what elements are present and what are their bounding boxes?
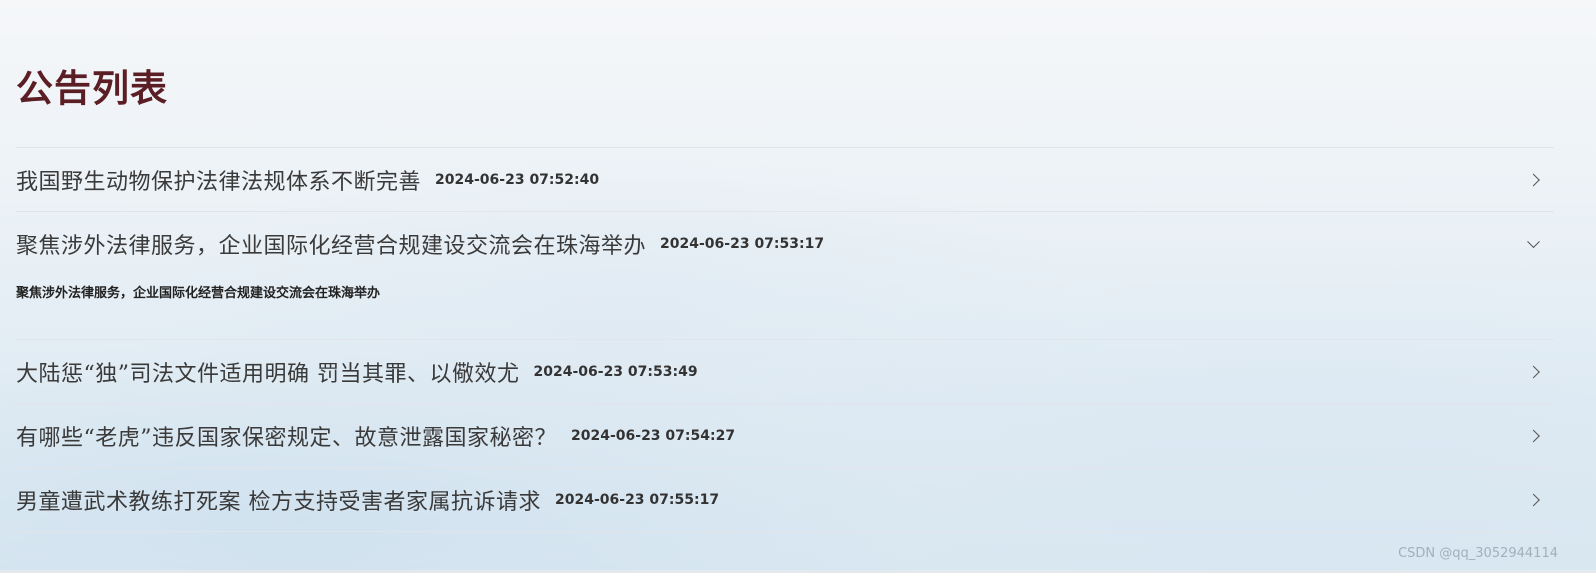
announcement-content: 聚焦涉外法律服务，企业国际化经营合规建设交流会在珠海举办: [16, 286, 381, 301]
announcement-header-4[interactable]: 有哪些“老虎”违反国家保密规定、故意泄露国家秘密？ 2024-06-23 07:…: [16, 404, 1554, 468]
announcement-title: 男童遭武术教练打死案 检方支持受害者家属抗诉请求: [16, 489, 541, 515]
announcement-header-5[interactable]: 男童遭武术教练打死案 检方支持受害者家属抗诉请求 2024-06-23 07:5…: [16, 468, 1554, 532]
list-item: 有哪些“老虎”违反国家保密规定、故意泄露国家秘密？ 2024-06-23 07:…: [16, 404, 1554, 468]
announcement-title: 聚焦涉外法律服务，企业国际化经营合规建设交流会在珠海举办: [16, 233, 647, 259]
chevron-right-icon[interactable]: [1527, 493, 1540, 506]
announcement-title: 大陆惩“独”司法文件适用明确 罚当其罪、以儆效尤: [16, 361, 520, 387]
chevron-down-icon[interactable]: [1527, 234, 1540, 248]
announcement-title: 我国野生动物保护法律法规体系不断完善: [16, 169, 422, 195]
announcement-header-2[interactable]: 聚焦涉外法律服务，企业国际化经营合规建设交流会在珠海举办 2024-06-23 …: [16, 212, 1554, 275]
announcement-header-3[interactable]: 大陆惩“独”司法文件适用明确 罚当其罪、以儆效尤 2024-06-23 07:5…: [16, 340, 1554, 404]
announcement-time: 2024-06-23 07:53:49: [533, 363, 698, 380]
announcement-time: 2024-06-23 07:54:27: [571, 427, 736, 444]
list-item: 男童遭武术教练打死案 检方支持受害者家属抗诉请求 2024-06-23 07:5…: [16, 468, 1554, 532]
chevron-right-icon[interactable]: [1527, 173, 1540, 186]
announcement-list: 我国野生动物保护法律法规体系不断完善 2024-06-23 07:52:40 聚…: [16, 147, 1554, 532]
chevron-right-icon[interactable]: [1527, 365, 1540, 378]
announcement-content-panel: 聚焦涉外法律服务，企业国际化经营合规建设交流会在珠海举办: [16, 275, 1554, 340]
announcement-header-1[interactable]: 我国野生动物保护法律法规体系不断完善 2024-06-23 07:52:40: [16, 148, 1554, 212]
announcement-time: 2024-06-23 07:55:17: [555, 491, 720, 508]
announcement-time: 2024-06-23 07:53:17: [660, 235, 825, 252]
page-title: 公告列表: [16, 66, 168, 110]
list-item: 我国野生动物保护法律法规体系不断完善 2024-06-23 07:52:40: [16, 148, 1554, 212]
announcement-time: 2024-06-23 07:52:40: [435, 171, 600, 188]
watermark: CSDN @qq_3052944114: [1398, 546, 1558, 561]
chevron-right-icon[interactable]: [1527, 429, 1540, 442]
list-item: 大陆惩“独”司法文件适用明确 罚当其罪、以儆效尤 2024-06-23 07:5…: [16, 340, 1554, 404]
list-item: 聚焦涉外法律服务，企业国际化经营合规建设交流会在珠海举办 2024-06-23 …: [16, 212, 1554, 340]
announcement-title: 有哪些“老虎”违反国家保密规定、故意泄露国家秘密？: [16, 425, 557, 451]
